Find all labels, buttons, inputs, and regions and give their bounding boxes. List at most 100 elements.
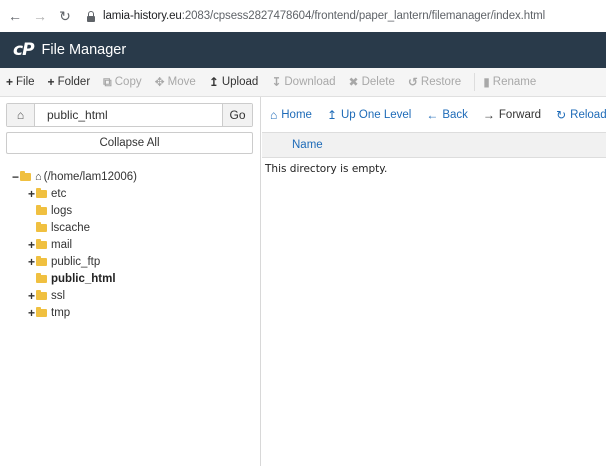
tree-item-label: tmp [51, 306, 71, 319]
tree-root-label: (/home/lam12006) [43, 170, 137, 183]
home-label: Home [281, 108, 312, 121]
tree-item-label: public_html [51, 272, 116, 285]
empty-directory-message: This directory is empty. [265, 163, 388, 175]
rename-icon: ▮ [483, 75, 490, 89]
folder-icon [36, 306, 47, 317]
delete-icon: ✖ [348, 75, 359, 89]
tree-item-label: ssl [51, 289, 66, 302]
path-bar: ⌂ Go [6, 103, 253, 127]
tree-item-public-html[interactable]: public_html [0, 270, 260, 287]
collapse-all-button[interactable]: Collapse All [6, 132, 253, 154]
up-one-level-label: Up One Level [341, 108, 412, 121]
expand-toggle-icon[interactable]: + [27, 289, 36, 303]
new-folder-label: Folder [57, 76, 91, 88]
home-icon: ⌂ [270, 107, 278, 122]
reload-icon: ↻ [556, 107, 567, 122]
toolbar-divider [474, 73, 476, 91]
new-file-button[interactable]: + File [6, 75, 35, 89]
home-icon: ⌂ [35, 170, 42, 183]
tree-item-mail[interactable]: + mail [0, 236, 260, 253]
directory-nav-bar: ⌂ Home ↥ Up One Level ← Back → Forward ↻ Relo… [262, 97, 606, 132]
page-title: File Manager [41, 42, 127, 58]
home-button[interactable]: ⌂ Home [270, 108, 312, 122]
expand-toggle-icon[interactable]: + [27, 255, 36, 269]
delete-button[interactable]: ✖ Delete [349, 75, 395, 89]
reload-button[interactable]: ↻ Reload [556, 108, 606, 122]
file-table-header: Name [262, 132, 606, 158]
copy-button[interactable]: ⧉ Copy [103, 75, 141, 90]
plus-icon: + [47, 75, 55, 89]
download-label: Download [284, 76, 336, 88]
new-file-label: File [16, 76, 35, 88]
rename-button[interactable]: ▮ Rename [483, 75, 536, 89]
new-folder-button[interactable]: + Folder [48, 75, 91, 89]
go-button[interactable]: Go [222, 104, 252, 126]
tree-item-ssl[interactable]: + ssl [0, 287, 260, 304]
up-one-level-button[interactable]: ↥ Up One Level [327, 108, 411, 122]
upload-label: Upload [221, 76, 259, 88]
tree-item-label: etc [51, 187, 67, 200]
copy-label: Copy [114, 76, 142, 88]
reload-label: Reload [570, 108, 606, 121]
forward-button[interactable]: → Forward [483, 108, 541, 122]
tree-item-label: public_ftp [51, 255, 101, 268]
tree-item-public-ftp[interactable]: + public_ftp [0, 253, 260, 270]
column-name-header[interactable]: Name [292, 139, 323, 151]
folder-tree: − ⌂ (/home/lam12006) + etc logs lscache … [0, 168, 260, 321]
browser-address-bar: ← → ↻ lamia-history.eu:2083/cpsess282747… [0, 0, 606, 32]
copy-icon: ⧉ [103, 74, 112, 89]
cpanel-logo[interactable]: cP [13, 40, 35, 60]
cpanel-header: cP File Manager [0, 32, 606, 68]
folder-tree-panel: ⌂ Go Collapse All − ⌂ (/home/lam12006) +… [0, 97, 261, 466]
expand-toggle-icon[interactable]: + [27, 238, 36, 252]
expand-toggle-icon[interactable]: + [27, 187, 36, 201]
move-icon: ✥ [154, 75, 165, 89]
restore-label: Restore [420, 76, 462, 88]
file-list-panel: ⌂ Home ↥ Up One Level ← Back → Forward ↻ Relo… [262, 97, 606, 466]
folder-icon [36, 221, 47, 232]
folder-icon [36, 238, 47, 249]
restore-button[interactable]: ↺ Restore [408, 75, 461, 89]
move-button[interactable]: ✥ Move [155, 75, 196, 89]
tree-item-label: lscache [51, 221, 90, 234]
restore-icon: ↺ [407, 75, 418, 89]
tree-item-lscache[interactable]: lscache [0, 219, 260, 236]
tree-item-label: logs [51, 204, 73, 217]
tree-root[interactable]: − ⌂ (/home/lam12006) [0, 168, 260, 185]
folder-open-icon [20, 170, 31, 181]
tree-item-etc[interactable]: + etc [0, 185, 260, 202]
expand-toggle-icon[interactable]: + [27, 306, 36, 320]
level-up-icon: ↥ [326, 107, 337, 122]
move-label: Move [167, 76, 196, 88]
folder-icon [36, 187, 47, 198]
browser-reload-icon[interactable]: ↻ [56, 7, 74, 25]
tree-item-logs[interactable]: logs [0, 202, 260, 219]
rename-label: Rename [492, 76, 537, 88]
back-label: Back [442, 108, 468, 121]
upload-icon: ↥ [208, 75, 219, 89]
delete-label: Delete [361, 76, 395, 88]
upload-button[interactable]: ↥ Upload [209, 75, 259, 89]
collapse-toggle-icon[interactable]: − [11, 170, 20, 184]
plus-icon: + [6, 75, 14, 89]
back-button[interactable]: ← Back [426, 108, 468, 122]
folder-icon [36, 204, 47, 215]
browser-forward-icon[interactable]: → [31, 7, 49, 25]
home-icon[interactable]: ⌂ [7, 104, 35, 126]
url-field[interactable]: lamia-history.eu:2083/cpsess2827478604/f… [103, 10, 545, 22]
tree-item-tmp[interactable]: + tmp [0, 304, 260, 321]
download-button[interactable]: ↧ Download [271, 75, 335, 89]
arrow-right-icon: → [482, 107, 495, 122]
tree-item-label: mail [51, 238, 73, 251]
forward-label: Forward [498, 108, 542, 121]
lock-icon[interactable] [86, 10, 96, 22]
url-path: :2083/cpsess2827478604/frontend/paper_la… [181, 10, 546, 22]
download-icon: ↧ [271, 75, 282, 89]
browser-back-icon[interactable]: ← [6, 7, 24, 25]
path-input[interactable] [35, 104, 222, 126]
toolbar: + File + Folder ⧉ Copy ✥ Move ↥ Upload ↧ Downl… [0, 68, 606, 97]
folder-icon [36, 272, 47, 283]
arrow-left-icon: ← [426, 107, 439, 122]
url-host: lamia-history.eu [103, 10, 182, 22]
folder-icon [36, 255, 47, 266]
